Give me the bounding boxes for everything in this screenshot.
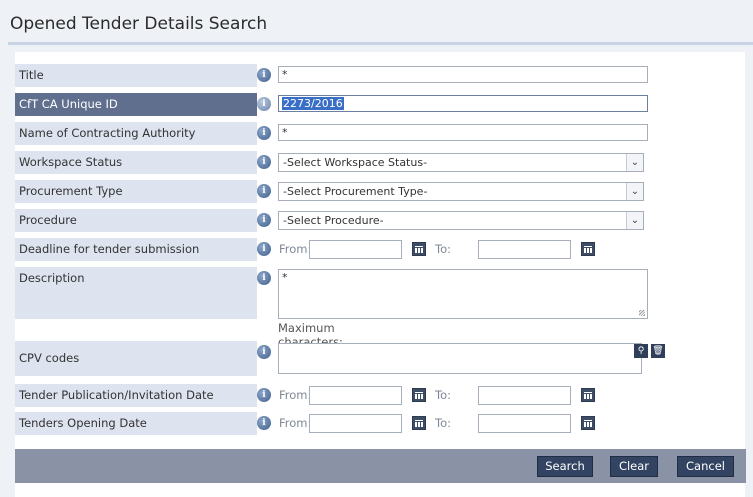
opening-from-input[interactable] xyxy=(309,414,402,433)
info-icon[interactable]: i xyxy=(257,155,271,169)
description-label: Description xyxy=(15,267,257,319)
calendar-icon[interactable] xyxy=(581,388,595,402)
info-icon[interactable]: i xyxy=(257,345,271,359)
description-textarea[interactable]: * xyxy=(278,269,648,319)
chevron-down-icon[interactable]: ⌄ xyxy=(626,183,643,200)
publication-label: Tender Publication/Invitation Date xyxy=(15,384,257,407)
deadline-from-label: From: xyxy=(279,242,312,256)
deadline-label: Deadline for tender submission xyxy=(15,238,257,261)
title-divider xyxy=(8,42,753,45)
calendar-icon[interactable] xyxy=(412,416,426,430)
calendar-icon[interactable] xyxy=(412,388,426,402)
cft-id-input[interactable]: 2273/2016 xyxy=(278,95,648,112)
cft-id-value: 2273/2016 xyxy=(282,97,344,110)
cpv-input[interactable] xyxy=(278,343,642,374)
cpv-label: CPV codes xyxy=(15,341,257,376)
form-footer: Search Clear Cancel xyxy=(15,449,746,483)
page-title: Opened Tender Details Search xyxy=(10,14,268,34)
search-button[interactable]: Search xyxy=(537,456,593,477)
procurement-type-label: Procurement Type xyxy=(15,180,257,203)
opening-to-input[interactable] xyxy=(478,414,571,433)
title-input[interactable]: * xyxy=(278,66,648,83)
opening-label: Tenders Opening Date xyxy=(15,412,257,435)
cft-id-label: CfT CA Unique ID xyxy=(15,93,257,116)
procedure-select[interactable]: -Select Procedure- ⌄ xyxy=(278,211,644,230)
procedure-selected: -Select Procedure- xyxy=(283,214,384,227)
authority-input[interactable]: * xyxy=(278,124,648,141)
info-icon[interactable]: i xyxy=(257,184,271,198)
procedure-label: Procedure xyxy=(15,209,257,232)
info-icon[interactable]: i xyxy=(257,126,271,140)
info-icon[interactable]: i xyxy=(257,68,271,82)
publication-to-input[interactable] xyxy=(478,386,571,405)
procurement-type-selected: -Select Procurement Type- xyxy=(283,185,428,198)
info-icon[interactable]: i xyxy=(257,271,271,285)
info-icon[interactable]: i xyxy=(257,213,271,227)
chevron-down-icon[interactable]: ⌄ xyxy=(626,154,643,171)
authority-label: Name of Contracting Authority xyxy=(15,122,257,145)
calendar-icon[interactable] xyxy=(581,242,595,256)
deadline-to-label: To: xyxy=(435,242,451,256)
info-icon[interactable]: i xyxy=(257,242,271,256)
publication-from-input[interactable] xyxy=(309,386,402,405)
deadline-from-input[interactable] xyxy=(309,240,402,259)
chevron-down-icon[interactable]: ⌄ xyxy=(626,212,643,229)
info-icon[interactable]: i xyxy=(257,97,271,111)
opening-to-label: To: xyxy=(435,416,451,430)
cancel-button[interactable]: Cancel xyxy=(677,456,734,477)
info-icon[interactable]: i xyxy=(257,388,271,402)
info-icon[interactable]: i xyxy=(257,416,271,430)
workspace-status-select[interactable]: -Select Workspace Status- ⌄ xyxy=(278,153,644,172)
magnifier-icon[interactable]: ⚲ xyxy=(634,344,648,358)
workspace-status-selected: -Select Workspace Status- xyxy=(283,156,428,169)
calendar-icon[interactable] xyxy=(412,242,426,256)
clear-button[interactable]: Clear xyxy=(610,456,658,477)
resize-handle-icon[interactable] xyxy=(639,310,645,316)
publication-to-label: To: xyxy=(435,388,451,402)
trash-icon[interactable]: 🗑 xyxy=(651,344,665,358)
title-label: Title xyxy=(15,64,257,87)
procurement-type-select[interactable]: -Select Procurement Type- ⌄ xyxy=(278,182,644,201)
workspace-status-label: Workspace Status xyxy=(15,151,257,174)
deadline-to-input[interactable] xyxy=(478,240,571,259)
publication-from-label: From: xyxy=(279,388,312,402)
description-value: * xyxy=(282,271,288,284)
calendar-icon[interactable] xyxy=(581,416,595,430)
opening-from-label: From: xyxy=(279,416,312,430)
